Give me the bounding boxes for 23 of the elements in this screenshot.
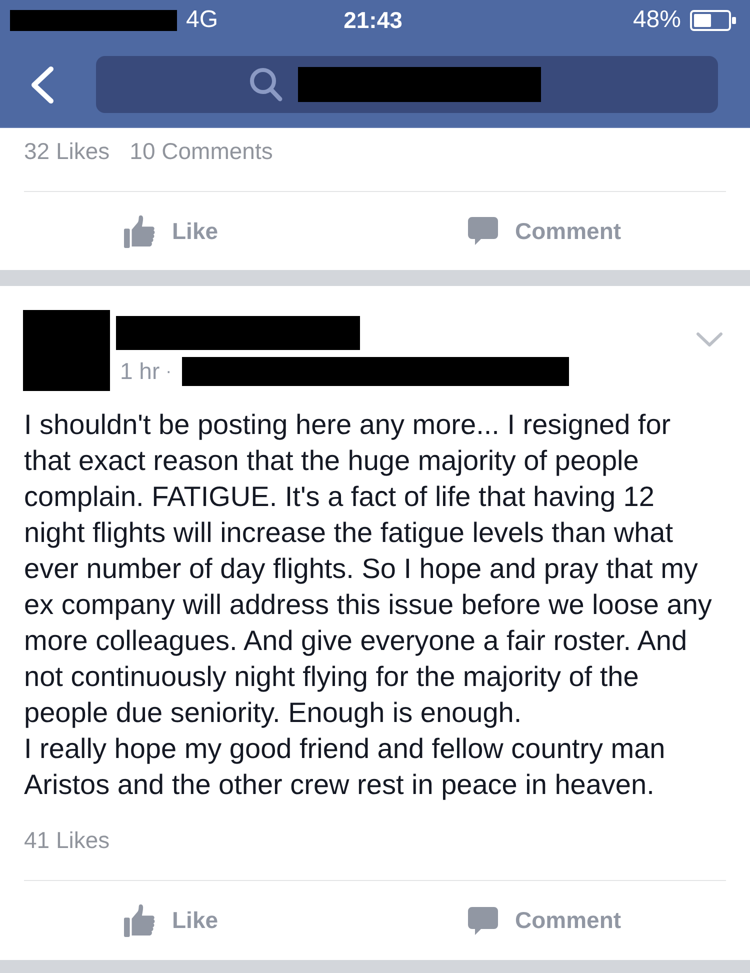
post-text: I shouldn't be posting here any more... I resigned for that exact reason that the huge majority of people complain. FATIGUE. It's a fact of life that having 12 night flights will increase the fatigue levels than what ever number of day flights. So I hope and pray that my ex company will address this issue before we loose any more colleagues. And give everyone a fair roster. And not continuously night flying for the majority of the people due seniority. Enough is enough.	[24, 408, 713, 730]
chevron-down-icon[interactable]	[696, 332, 723, 348]
reaction-count-link[interactable]: 41 Likes	[24, 826, 110, 854]
post-text: I really hope my good friend and fellow country man Aristos and the other crew rest in peace in heaven.	[24, 732, 666, 802]
search-icon	[249, 67, 283, 102]
speech-bubble-icon	[468, 906, 498, 934]
thumbs-up-icon	[124, 214, 155, 248]
post-time: 1 hr	[120, 357, 160, 386]
network-type: 4G	[186, 6, 218, 34]
comment-button[interactable]: Comment	[468, 906, 622, 934]
reaction-count-link[interactable]: 10 Comments	[130, 137, 273, 165]
like-button[interactable]: Like	[124, 214, 218, 248]
back-icon[interactable]	[29, 66, 55, 104]
comment-button[interactable]: Comment	[468, 217, 622, 245]
clock-time: 21:43	[344, 6, 402, 34]
battery-percent: 48%	[632, 6, 681, 34]
reaction-count-link[interactable]: 32 Likes	[24, 137, 110, 165]
search-field[interactable]	[96, 56, 718, 113]
speech-bubble-icon	[468, 217, 498, 245]
like-button[interactable]: Like	[124, 904, 218, 937]
thumbs-up-icon	[124, 904, 155, 937]
battery-icon	[690, 10, 736, 30]
separator-dot: ·	[166, 360, 172, 383]
